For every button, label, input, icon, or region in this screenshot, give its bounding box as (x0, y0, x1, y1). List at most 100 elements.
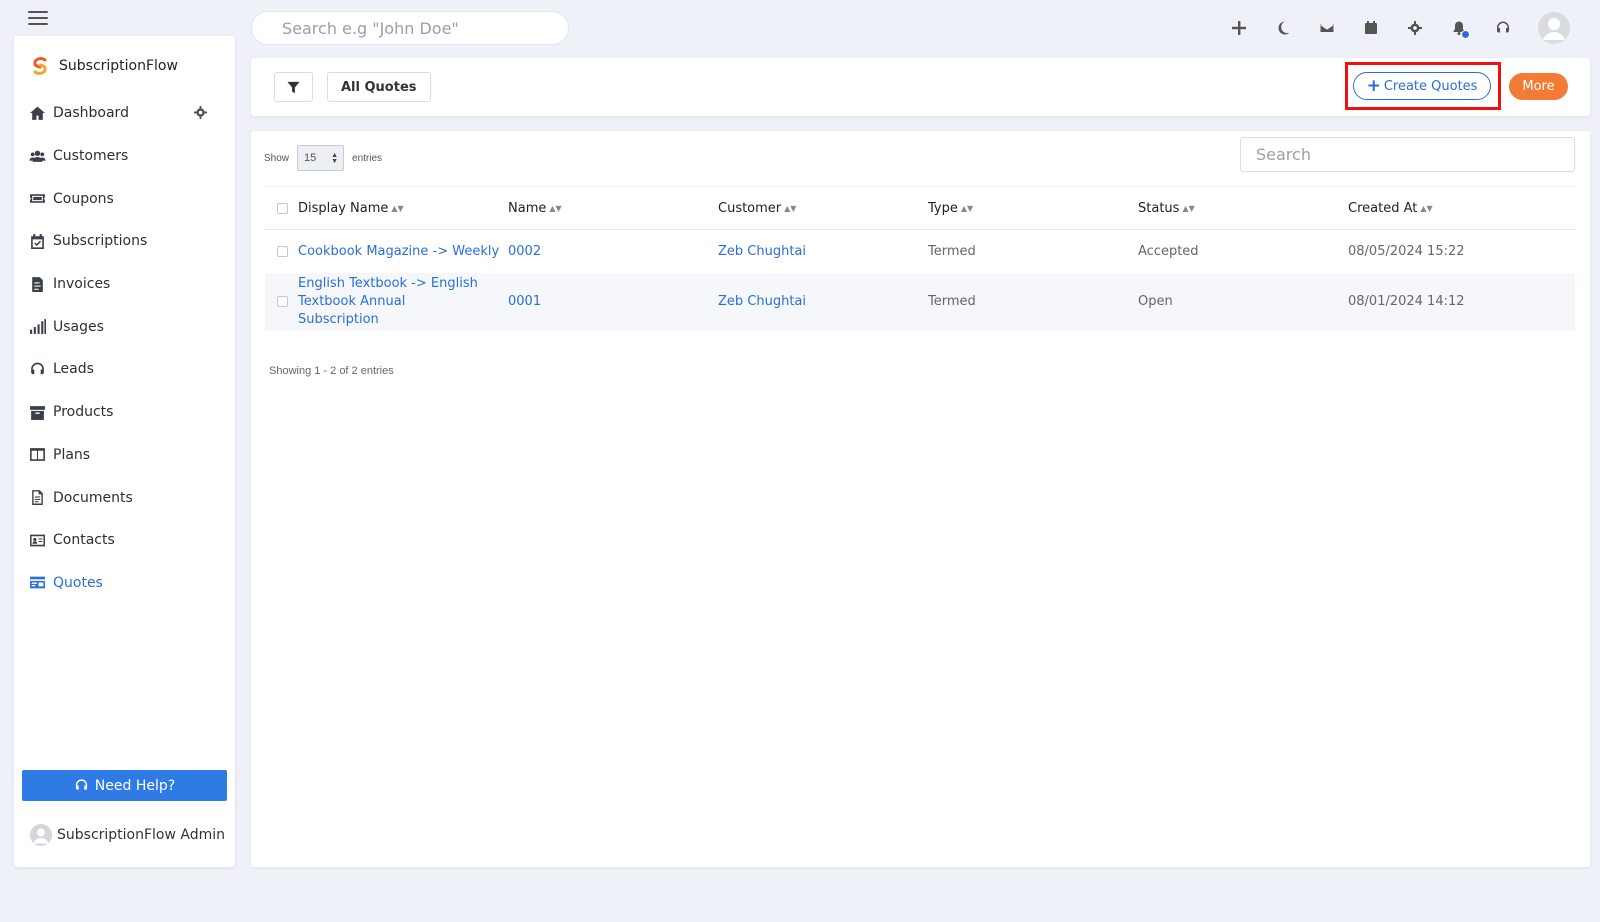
entries-per-page-select[interactable]: 15 ▲ ▼ (297, 145, 345, 171)
gear-icon[interactable] (1402, 12, 1428, 44)
sidebar-nav: Dashboard Customers Coupons Subscription… (14, 92, 235, 604)
headset-icon (75, 779, 87, 790)
plus-icon: + (1366, 75, 1381, 96)
invoice-icon (32, 276, 43, 292)
sort-icon: ▲▼ (391, 203, 404, 213)
moon-icon[interactable] (1270, 12, 1296, 44)
row-checkbox[interactable] (277, 245, 288, 257)
table-row[interactable]: Cookbook Magazine -> Weekly 0002 Zeb Chu… (265, 230, 1575, 273)
sidebar-item-label: Usages (53, 318, 104, 335)
type-cell: Termed (928, 294, 976, 309)
quote-card-icon (30, 577, 45, 589)
brand[interactable]: SubscriptionFlow (30, 56, 178, 76)
sort-icon: ▲▼ (1420, 203, 1433, 213)
sort-icon: ▲▼ (549, 203, 562, 213)
created-at-cell: 08/01/2024 14:12 (1348, 294, 1465, 309)
status-cell: Open (1138, 294, 1173, 309)
sidebar-item-dashboard[interactable]: Dashboard (14, 92, 235, 135)
sidebar-item-customers[interactable]: Customers (14, 135, 235, 178)
quote-name-link[interactable]: 0001 (508, 273, 718, 331)
row-checkbox[interactable] (277, 296, 288, 307)
display-name-link[interactable]: Cookbook Magazine -> Weekly (298, 230, 508, 273)
entries-label: entries (352, 152, 383, 164)
headset-icon (31, 362, 44, 375)
created-at-cell: 08/05/2024 15:22 (1348, 243, 1465, 259)
quotes-table-panel: Show 15 ▲▼ entries Display Name▲▼ Name▲▼… (251, 131, 1590, 867)
sidebar-item-label: Invoices (53, 276, 111, 293)
sidebar-item-leads[interactable]: Leads (14, 348, 235, 391)
sidebar-item-plans[interactable]: Plans (14, 434, 235, 477)
topbar-actions (1226, 12, 1570, 44)
sidebar-item-label: Subscriptions (53, 233, 148, 250)
filter-button[interactable] (274, 72, 313, 102)
need-help-label: Need Help? (94, 777, 176, 794)
bell-icon[interactable] (1446, 12, 1472, 44)
customer-link[interactable]: Zeb Chughtai (718, 230, 928, 273)
plus-icon[interactable] (1226, 12, 1252, 44)
sidebar-item-label: Plans (53, 446, 91, 463)
quote-name-link[interactable]: 0002 (508, 230, 718, 273)
sidebar: SubscriptionFlow Dashboard Customers Cou… (14, 36, 235, 867)
signal-icon (30, 319, 46, 335)
menu-toggle-icon[interactable] (28, 11, 48, 25)
home-icon (30, 106, 45, 120)
status-cell: Accepted (1138, 243, 1199, 259)
table-header-row: Display Name ▲▼ Name ▲▼ Customer ▲▼ Type ▲▼ … (265, 186, 1575, 230)
dashboard-settings-icon[interactable] (193, 105, 209, 121)
table-row[interactable]: English Textbook -> English Textbook Ann… (265, 272, 1575, 331)
column-header-status[interactable]: Status ▲▼ (1138, 187, 1348, 230)
more-button[interactable]: More (1509, 73, 1568, 100)
user-avatar[interactable] (1538, 12, 1570, 44)
calendar-icon[interactable] (1358, 12, 1384, 44)
admin-name: SubscriptionFlow Admin (57, 827, 226, 843)
sidebar-item-label: Products (53, 404, 114, 421)
sidebar-item-quotes[interactable]: Quotes (14, 562, 235, 605)
columns-icon (30, 448, 45, 462)
view-selector-button[interactable]: All Quotes (327, 72, 431, 102)
avatar (30, 824, 52, 846)
brand-name: SubscriptionFlow (59, 58, 178, 74)
global-search-input[interactable] (251, 11, 569, 45)
need-help-button[interactable]: Need Help? (22, 770, 227, 801)
quotes-table: Display Name ▲▼ Name ▲▼ Customer ▲▼ Type ▲▼ … (265, 186, 1575, 331)
column-header-created-at[interactable]: Created At ▲▼ (1348, 187, 1575, 230)
quotes-toolbar: All Quotes + Create Quotes More (251, 58, 1590, 116)
admin-profile[interactable]: SubscriptionFlow Admin (30, 824, 225, 846)
notification-dot (1461, 30, 1470, 39)
sidebar-item-subscriptions[interactable]: Subscriptions (14, 220, 235, 263)
type-cell: Termed (928, 243, 976, 259)
create-quotes-button[interactable]: + Create Quotes (1353, 72, 1491, 100)
sidebar-item-documents[interactable]: Documents (14, 476, 235, 519)
select-arrows-icon: ▲ ▼ (331, 152, 339, 165)
calendar-check-icon (31, 233, 44, 249)
sidebar-item-coupons[interactable]: Coupons (14, 177, 235, 220)
column-header-customer[interactable]: Customer ▲▼ (718, 187, 928, 230)
create-quotes-label: Create Quotes (1383, 78, 1478, 94)
users-icon (29, 150, 46, 162)
table-info: Showing 1 - 2 of 2 entries (269, 365, 394, 377)
display-name-link[interactable]: English Textbook -> English Textbook Ann… (298, 273, 508, 331)
sidebar-item-products[interactable]: Products (14, 391, 235, 434)
sidebar-item-label: Dashboard (53, 105, 129, 122)
sidebar-item-contacts[interactable]: Contacts (14, 519, 235, 562)
sort-icon: ▲▼ (784, 203, 797, 213)
mail-icon[interactable] (1314, 12, 1340, 44)
sort-icon: ▲▼ (1182, 203, 1195, 213)
sidebar-item-label: Documents (53, 489, 133, 506)
sidebar-item-label: Coupons (53, 190, 114, 207)
page-length-control: Show 15 ▲ ▼ entries (264, 145, 382, 171)
table-search-input[interactable] (1240, 137, 1575, 172)
customer-link[interactable]: Zeb Chughtai (718, 273, 928, 331)
column-header-name[interactable]: Name ▲▼ (508, 187, 718, 230)
headset-icon[interactable] (1490, 12, 1516, 44)
sidebar-item-usages[interactable]: Usages (14, 305, 235, 348)
select-all-checkbox[interactable] (277, 202, 288, 214)
sidebar-item-invoices[interactable]: Invoices (14, 263, 235, 306)
column-header-display-name[interactable]: Display Name ▲▼ (298, 187, 508, 230)
entries-value: 15 (304, 152, 317, 164)
brand-logo-icon (33, 57, 47, 75)
sidebar-item-label: Customers (53, 148, 129, 165)
sidebar-item-label: Leads (53, 361, 94, 378)
id-card-icon (30, 534, 45, 547)
column-header-type[interactable]: Type ▲▼ (928, 187, 1138, 230)
